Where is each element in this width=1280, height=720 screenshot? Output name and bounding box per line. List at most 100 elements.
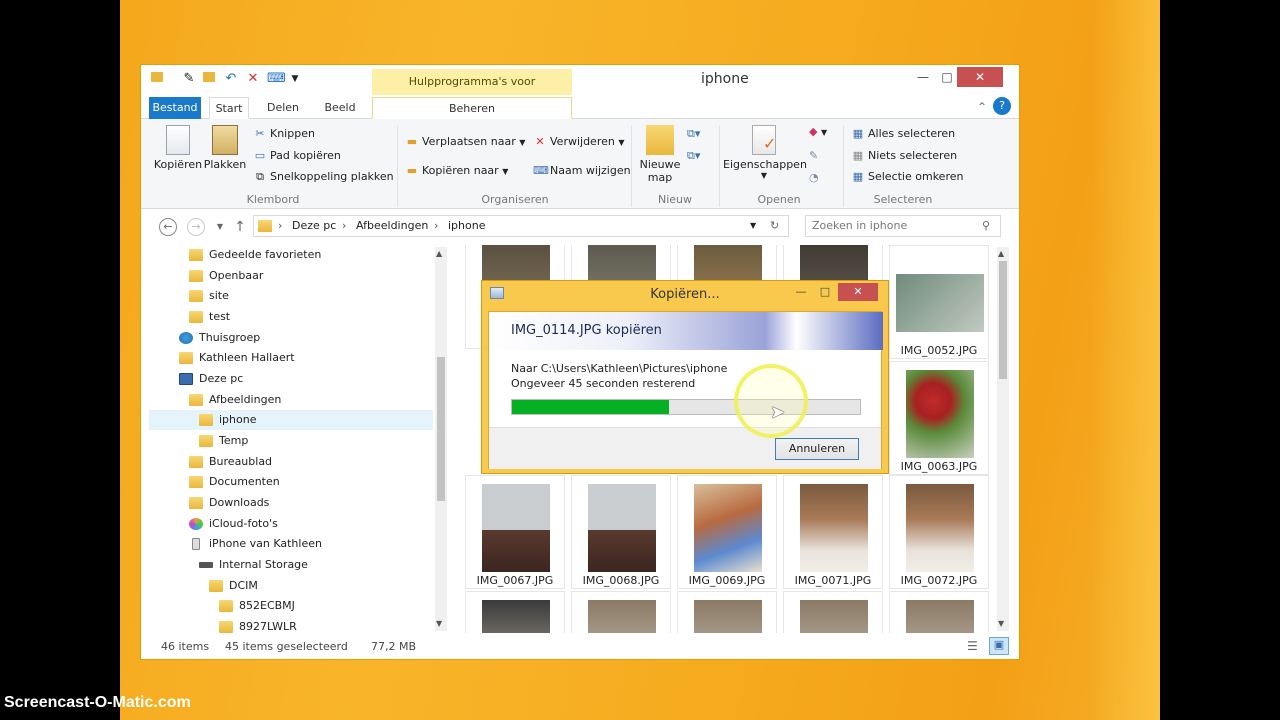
easy-access-button[interactable]: ⧉▾ bbox=[687, 149, 700, 163]
new-folder-icon bbox=[646, 125, 674, 155]
address-dropdown-icon[interactable]: ▼ bbox=[750, 221, 756, 230]
tree-item[interactable]: Downloads bbox=[149, 493, 433, 513]
content-scrollbar-thumb[interactable] bbox=[999, 261, 1007, 379]
help-icon[interactable]: ? bbox=[993, 97, 1011, 115]
tree-item[interactable]: DCIM bbox=[149, 576, 433, 596]
tab-file[interactable]: Bestand bbox=[149, 97, 201, 119]
address-bar[interactable]: › Deze pc › Afbeeldingen › iphone ▼ ↻ bbox=[253, 215, 789, 237]
file-tile[interactable]: IMG_0063.JPG bbox=[889, 361, 989, 475]
forward-button[interactable]: → bbox=[187, 218, 205, 236]
dialog-maximize-button[interactable]: □ bbox=[814, 283, 836, 301]
watermark: Screencast-O-Matic.com bbox=[4, 694, 191, 711]
folder-icon bbox=[189, 476, 203, 488]
tree-item[interactable]: Documenten bbox=[149, 472, 433, 492]
tree-item[interactable]: Gedeelde favorieten bbox=[149, 245, 433, 265]
file-tile[interactable]: IMG_0067.JPG bbox=[465, 475, 565, 589]
tree-item[interactable]: Bureaublad bbox=[149, 452, 433, 472]
chevron-down-icon[interactable]: ▼ bbox=[287, 71, 303, 87]
tree-item[interactable]: 8927LWLR bbox=[149, 617, 433, 633]
file-tile[interactable]: IMG_0068.JPG bbox=[571, 475, 671, 589]
breadcrumb-deze-pc[interactable]: Deze pc bbox=[292, 219, 336, 232]
history-button[interactable]: ◔ bbox=[809, 171, 819, 184]
large-icons-view-icon[interactable]: ▣ bbox=[989, 637, 1009, 655]
collapse-ribbon-icon[interactable]: ^ bbox=[973, 97, 991, 117]
back-button[interactable]: ← bbox=[159, 218, 177, 236]
tree-item[interactable]: Kathleen Hallaert bbox=[149, 348, 433, 368]
copy-path-button[interactable]: ▭ Pad kopiëren bbox=[253, 149, 341, 162]
tree-item[interactable]: site bbox=[149, 286, 433, 306]
ribbon-separator bbox=[397, 125, 398, 207]
dialog-close-button[interactable]: ✕ bbox=[838, 283, 878, 301]
details-view-icon[interactable]: ☰ bbox=[967, 639, 978, 653]
tree-item[interactable]: Temp bbox=[149, 431, 433, 451]
tab-view[interactable]: Beeld bbox=[317, 97, 363, 119]
copy-to-button[interactable]: ▬ Kopiëren naar ▼ bbox=[405, 164, 509, 177]
move-to-button[interactable]: ▬ Verplaatsen naar ▼ bbox=[405, 135, 526, 148]
close-button[interactable]: ✕ bbox=[957, 67, 1003, 87]
tree-item[interactable]: Thuisgroep bbox=[149, 328, 433, 348]
edit-button[interactable]: ✎ bbox=[809, 149, 818, 162]
properties-button[interactable]: ✓ Eigenschappen ▼ bbox=[723, 125, 807, 180]
dialog-minimize-button[interactable]: — bbox=[790, 283, 812, 301]
scroll-down-icon[interactable]: ▼ bbox=[436, 619, 442, 628]
new-folder-button[interactable]: Nieuwe map bbox=[637, 125, 683, 184]
dropdown-arrow-icon: ▼ bbox=[618, 138, 625, 147]
paste-button[interactable]: Plakken bbox=[203, 125, 247, 171]
new-folder-icon[interactable] bbox=[201, 71, 217, 87]
tree-item-selected[interactable]: iphone bbox=[149, 410, 433, 430]
nav-scrollbar-thumb[interactable] bbox=[437, 357, 445, 501]
file-tile[interactable] bbox=[677, 591, 777, 633]
tree-item[interactable]: Afbeeldingen bbox=[149, 390, 433, 410]
invert-selection-label: Selectie omkeren bbox=[868, 170, 964, 183]
paste-shortcut-button[interactable]: ⧉ Snelkoppeling plakken bbox=[253, 170, 394, 184]
breadcrumb-iphone[interactable]: iphone bbox=[448, 219, 485, 232]
cancel-button[interactable]: Annuleren bbox=[775, 438, 859, 460]
delete-button[interactable]: ✕ Verwijderen ▼ bbox=[533, 135, 625, 148]
tree-item[interactable]: test bbox=[149, 307, 433, 327]
undo-icon[interactable]: ↶ bbox=[223, 71, 239, 87]
file-tile[interactable]: IMG_0072.JPG bbox=[889, 475, 989, 589]
file-tile[interactable] bbox=[571, 591, 671, 633]
properties-icon[interactable]: ✎ bbox=[181, 71, 197, 87]
search-input[interactable]: Zoeken in iphone ⚲ bbox=[805, 215, 1001, 237]
delete-icon[interactable]: ✕ bbox=[245, 71, 261, 87]
invert-selection-button[interactable]: ▦ Selectie omkeren bbox=[851, 170, 964, 183]
scroll-down-icon[interactable]: ▼ bbox=[998, 619, 1004, 628]
breadcrumb-afbeeldingen[interactable]: Afbeeldingen bbox=[356, 219, 428, 232]
scroll-up-icon[interactable]: ▲ bbox=[998, 249, 1004, 258]
tree-item[interactable]: Deze pc bbox=[149, 369, 433, 389]
file-tile[interactable] bbox=[783, 591, 883, 633]
rename-button[interactable]: ⌨Naam wijzigen bbox=[533, 164, 631, 177]
minimize-button[interactable]: — bbox=[911, 67, 935, 87]
refresh-icon[interactable]: ↻ bbox=[770, 219, 779, 232]
new-item-button[interactable]: ⧉▾ bbox=[687, 127, 700, 141]
open-button[interactable]: ◆ ▼ bbox=[809, 125, 827, 138]
file-tile[interactable] bbox=[465, 591, 565, 633]
select-all-button[interactable]: ▦ Alles selecteren bbox=[851, 127, 955, 140]
select-none-button[interactable]: ▦ Niets selecteren bbox=[851, 149, 957, 162]
file-tile[interactable]: IMG_0071.JPG bbox=[783, 475, 883, 589]
tree-item[interactable]: 852ECBMJ bbox=[149, 596, 433, 616]
up-button[interactable]: ↑ bbox=[231, 218, 249, 236]
cut-button[interactable]: ✂ Knippen bbox=[253, 127, 315, 140]
tree-item-label: 8927LWLR bbox=[239, 620, 297, 633]
new-folder-label-line2: map bbox=[647, 171, 673, 184]
tree-item[interactable]: Internal Storage bbox=[149, 555, 433, 575]
maximize-button[interactable]: □ bbox=[935, 67, 959, 87]
file-tile[interactable] bbox=[889, 591, 989, 633]
rename-icon[interactable]: ⌨ bbox=[267, 71, 286, 87]
tree-item-label: Internal Storage bbox=[219, 558, 308, 571]
tree-item[interactable]: iCloud-foto's bbox=[149, 514, 433, 534]
recent-locations-button[interactable]: ▼ bbox=[211, 218, 229, 236]
tab-share[interactable]: Delen bbox=[263, 97, 303, 119]
file-tile[interactable]: IMG_0069.JPG bbox=[677, 475, 777, 589]
tab-start[interactable]: Start bbox=[209, 97, 249, 119]
copy-button[interactable]: Kopiëren bbox=[153, 125, 203, 171]
tab-manage[interactable]: Beheren bbox=[372, 97, 572, 119]
tree-item-label: Thuisgroep bbox=[199, 331, 261, 344]
file-tile[interactable]: IMG_0052.JPG bbox=[889, 245, 989, 359]
tree-item[interactable]: iPhone van Kathleen bbox=[149, 534, 433, 554]
tree-item[interactable]: Openbaar bbox=[149, 266, 433, 286]
scroll-up-icon[interactable]: ▲ bbox=[436, 249, 442, 258]
thumbnail bbox=[800, 600, 868, 633]
